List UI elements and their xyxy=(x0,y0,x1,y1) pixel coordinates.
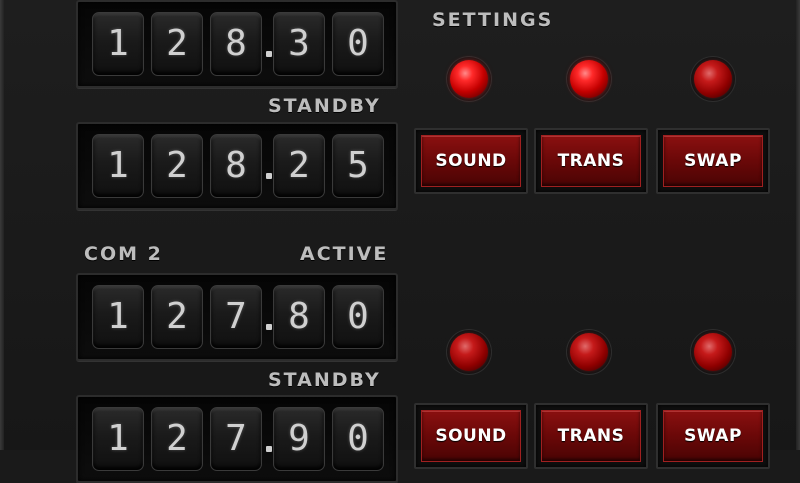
bottom-trans-button[interactable]: TRANS xyxy=(534,403,648,469)
com2-standby-digit-1: 1 xyxy=(92,407,144,471)
bottom-sound-button[interactable]: SOUND xyxy=(414,403,528,469)
com2-standby-decimal-point xyxy=(266,446,272,452)
com2-active-decimal-point xyxy=(266,324,272,330)
com2-standby-digit-5: 0 xyxy=(332,407,384,471)
com2-active-digit-4: 8 xyxy=(273,285,325,349)
com1-standby-digit-3: 8 xyxy=(210,134,262,198)
com1-active-digit-1: 1 xyxy=(92,12,144,76)
bottom-swap-button-label: SWAP xyxy=(663,410,763,462)
radio-panel: 1 2 8 3 0 STANDBY 1 2 8 2 5 SETTINGS SOU… xyxy=(0,0,800,483)
com1-standby-digit-1: 1 xyxy=(92,134,144,198)
com2-active-digit-3: 7 xyxy=(210,285,262,349)
top-sound-led xyxy=(450,60,488,98)
bottom-sound-button-label: SOUND xyxy=(421,410,521,462)
com1-active-digit-3: 8 xyxy=(210,12,262,76)
com2-standby-digit-3: 7 xyxy=(210,407,262,471)
bottom-sound-led xyxy=(450,333,488,371)
com1-active-digit-4: 3 xyxy=(273,12,325,76)
top-swap-led xyxy=(694,60,732,98)
bottom-trans-led xyxy=(570,333,608,371)
com2-active-label: ACTIVE xyxy=(300,243,389,265)
com1-active-digit-2: 2 xyxy=(151,12,203,76)
bottom-swap-led xyxy=(694,333,732,371)
bottom-swap-button[interactable]: SWAP xyxy=(656,403,770,469)
top-trans-button[interactable]: TRANS xyxy=(534,128,648,194)
com1-standby-digit-4: 2 xyxy=(273,134,325,198)
com1-standby-decimal-point xyxy=(266,173,272,179)
com2-title: COM 2 xyxy=(84,243,163,265)
com2-active-digit-1: 1 xyxy=(92,285,144,349)
com2-standby-digit-4: 9 xyxy=(273,407,325,471)
top-sound-button[interactable]: SOUND xyxy=(414,128,528,194)
com2-active-digit-2: 2 xyxy=(151,285,203,349)
top-swap-button[interactable]: SWAP xyxy=(656,128,770,194)
com1-standby-digit-5: 5 xyxy=(332,134,384,198)
com2-standby-digit-2: 2 xyxy=(151,407,203,471)
top-trans-button-label: TRANS xyxy=(541,135,641,187)
com1-active-digit-5: 0 xyxy=(332,12,384,76)
com1-standby-display[interactable]: 1 2 8 2 5 xyxy=(76,122,398,210)
top-sound-button-label: SOUND xyxy=(421,135,521,187)
panel-edge-right xyxy=(796,0,800,450)
com1-active-display[interactable]: 1 2 8 3 0 xyxy=(76,0,398,88)
top-trans-led xyxy=(570,60,608,98)
com1-active-decimal-point xyxy=(266,51,272,57)
com2-standby-display[interactable]: 1 2 7 9 0 xyxy=(76,395,398,483)
settings-label: SETTINGS xyxy=(432,9,554,31)
com1-standby-label: STANDBY xyxy=(268,95,381,117)
bottom-trans-button-label: TRANS xyxy=(541,410,641,462)
com2-active-digit-5: 0 xyxy=(332,285,384,349)
com2-active-display[interactable]: 1 2 7 8 0 xyxy=(76,273,398,361)
com1-standby-digit-2: 2 xyxy=(151,134,203,198)
com2-standby-label: STANDBY xyxy=(268,369,381,391)
panel-edge-left xyxy=(0,0,4,450)
top-swap-button-label: SWAP xyxy=(663,135,763,187)
